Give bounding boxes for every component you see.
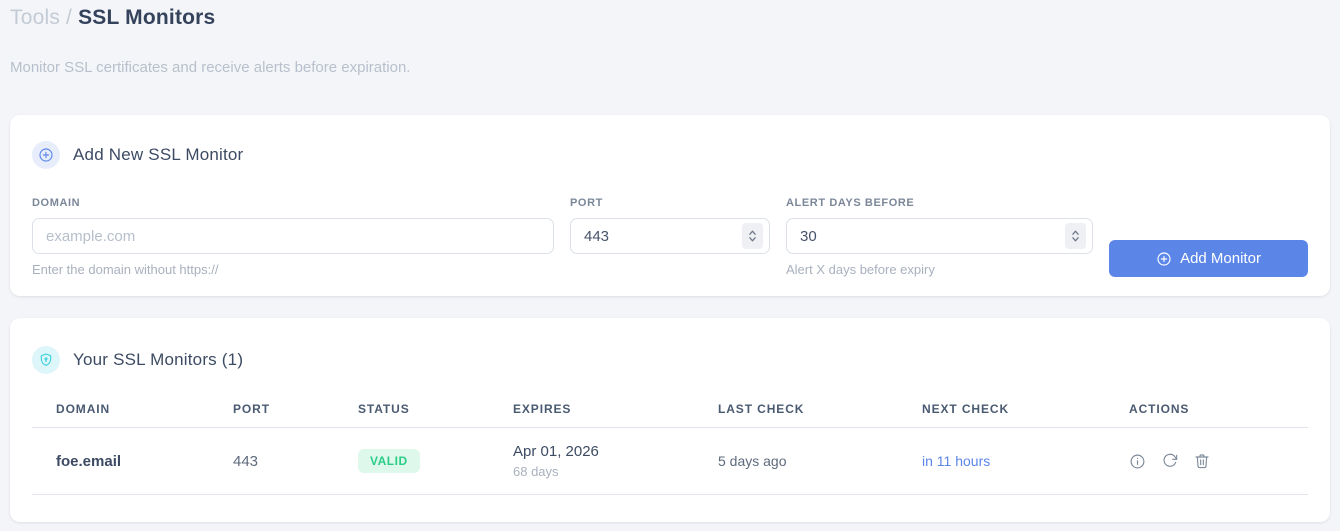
col-header-actions: ACTIONS — [1129, 402, 1190, 416]
col-header-next-check: NEXT CHECK — [922, 402, 1010, 416]
table-header-row: DOMAIN PORT STATUS EXPIRES LAST CHECK NE… — [32, 402, 1308, 428]
add-monitor-title: Add New SSL Monitor — [73, 145, 244, 164]
domain-label: DOMAIN — [32, 197, 81, 209]
add-monitor-button-label: Add Monitor — [1180, 250, 1261, 267]
monitor-status-cell: VALID — [334, 449, 489, 473]
page-subtitle: Monitor SSL certificates and receive ale… — [10, 59, 411, 76]
col-header-port: PORT — [233, 402, 270, 416]
port-stepper[interactable] — [742, 223, 763, 249]
plus-circle-icon — [1156, 251, 1172, 267]
page-title: SSL Monitors — [78, 6, 216, 29]
expires-date: Apr 01, 2026 — [513, 443, 599, 460]
monitors-table: DOMAIN PORT STATUS EXPIRES LAST CHECK NE… — [32, 402, 1308, 495]
port-input[interactable] — [570, 218, 770, 254]
alert-days-stepper[interactable] — [1065, 223, 1086, 249]
breadcrumb-separator: / — [66, 6, 73, 29]
breadcrumb: Tools / SSL Monitors — [10, 6, 215, 30]
port-field-group: PORT — [570, 197, 770, 254]
monitor-port: 443 — [233, 452, 259, 470]
add-monitor-button[interactable]: Add Monitor — [1109, 240, 1308, 277]
monitor-domain: foe.email — [56, 452, 122, 470]
col-header-expires: EXPIRES — [513, 402, 572, 416]
domain-input[interactable] — [32, 218, 554, 254]
info-icon[interactable] — [1129, 453, 1146, 470]
breadcrumb-parent[interactable]: Tools — [10, 6, 60, 29]
alert-days-helper: Alert X days before expiry — [786, 262, 935, 277]
monitor-last-check: 5 days ago — [718, 453, 787, 469]
status-badge: VALID — [358, 449, 420, 473]
shield-icon — [32, 346, 60, 374]
col-header-domain: DOMAIN — [56, 402, 111, 416]
monitors-title: Your SSL Monitors (1) — [73, 350, 244, 369]
monitor-expires-cell: Apr 01, 2026 68 days — [489, 443, 694, 479]
add-monitor-form: DOMAIN Enter the domain without https://… — [32, 197, 1308, 277]
trash-icon[interactable] — [1194, 453, 1210, 469]
port-label: PORT — [570, 197, 603, 209]
alert-days-input[interactable] — [786, 218, 1093, 254]
plus-circle-icon — [32, 141, 60, 169]
table-row: foe.email 443 VALID Apr 01, 2026 68 days… — [32, 428, 1308, 495]
monitor-next-check: in 11 hours — [922, 453, 991, 469]
add-monitor-header: Add New SSL Monitor — [32, 141, 1308, 169]
col-header-last-check: LAST CHECK — [718, 402, 805, 416]
refresh-icon[interactable] — [1162, 453, 1178, 469]
monitors-card: Your SSL Monitors (1) DOMAIN PORT STATUS… — [10, 318, 1330, 522]
alert-days-field-group: ALERT DAYS BEFORE Alert X days before ex… — [786, 197, 1093, 277]
monitors-header: Your SSL Monitors (1) — [32, 346, 1308, 374]
domain-helper: Enter the domain without https:// — [32, 262, 219, 277]
expires-days-remaining: 68 days — [513, 464, 559, 479]
col-header-status: STATUS — [358, 402, 410, 416]
domain-field-group: DOMAIN Enter the domain without https:// — [32, 197, 554, 277]
add-monitor-card: Add New SSL Monitor DOMAIN Enter the dom… — [10, 115, 1330, 296]
monitor-actions — [1105, 453, 1308, 470]
alert-days-label: ALERT DAYS BEFORE — [786, 197, 915, 209]
